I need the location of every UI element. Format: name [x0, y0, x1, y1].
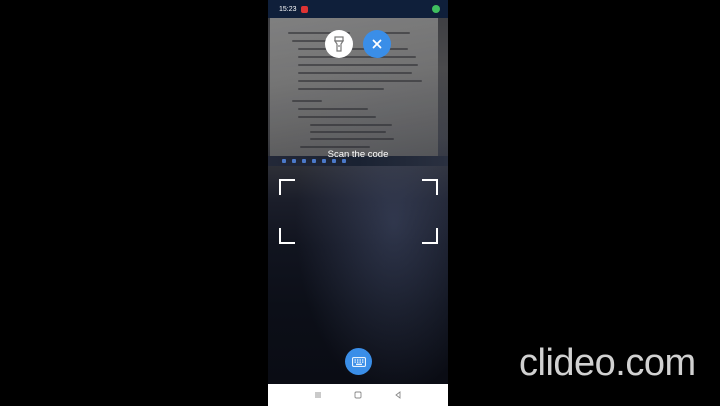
recents-icon: [315, 392, 321, 398]
close-icon: [372, 39, 382, 49]
screen-recording-frame: 15:23 Scan the code clideo.com: [0, 0, 720, 406]
manual-entry-button[interactable]: [345, 348, 372, 375]
flashlight-icon: [333, 36, 345, 52]
status-bar: 15:23: [268, 0, 448, 18]
phone-screen: 15:23 Scan the code: [268, 0, 448, 406]
record-indicator-icon: [300, 5, 308, 13]
status-time: 15:23: [279, 5, 297, 13]
back-icon: [395, 391, 401, 399]
viewfinder-corner-top-left: [279, 179, 295, 195]
document-in-view: [270, 18, 438, 158]
flashlight-button[interactable]: [325, 30, 353, 58]
close-button[interactable]: [363, 30, 391, 58]
home-icon: [354, 391, 362, 399]
security-shield-icon: [432, 5, 440, 13]
scan-viewfinder: [279, 179, 438, 244]
viewfinder-corner-top-right: [422, 179, 438, 195]
home-button[interactable]: [351, 388, 365, 402]
keyboard-icon: [351, 356, 366, 367]
scan-instruction: Scan the code: [327, 149, 389, 160]
viewfinder-corner-bottom-left: [279, 228, 295, 244]
system-navigation-bar: [268, 384, 448, 406]
back-button[interactable]: [391, 388, 405, 402]
recents-button[interactable]: [311, 388, 325, 402]
viewfinder-corner-bottom-right: [422, 228, 438, 244]
clideo-watermark: clideo.com: [519, 342, 696, 384]
